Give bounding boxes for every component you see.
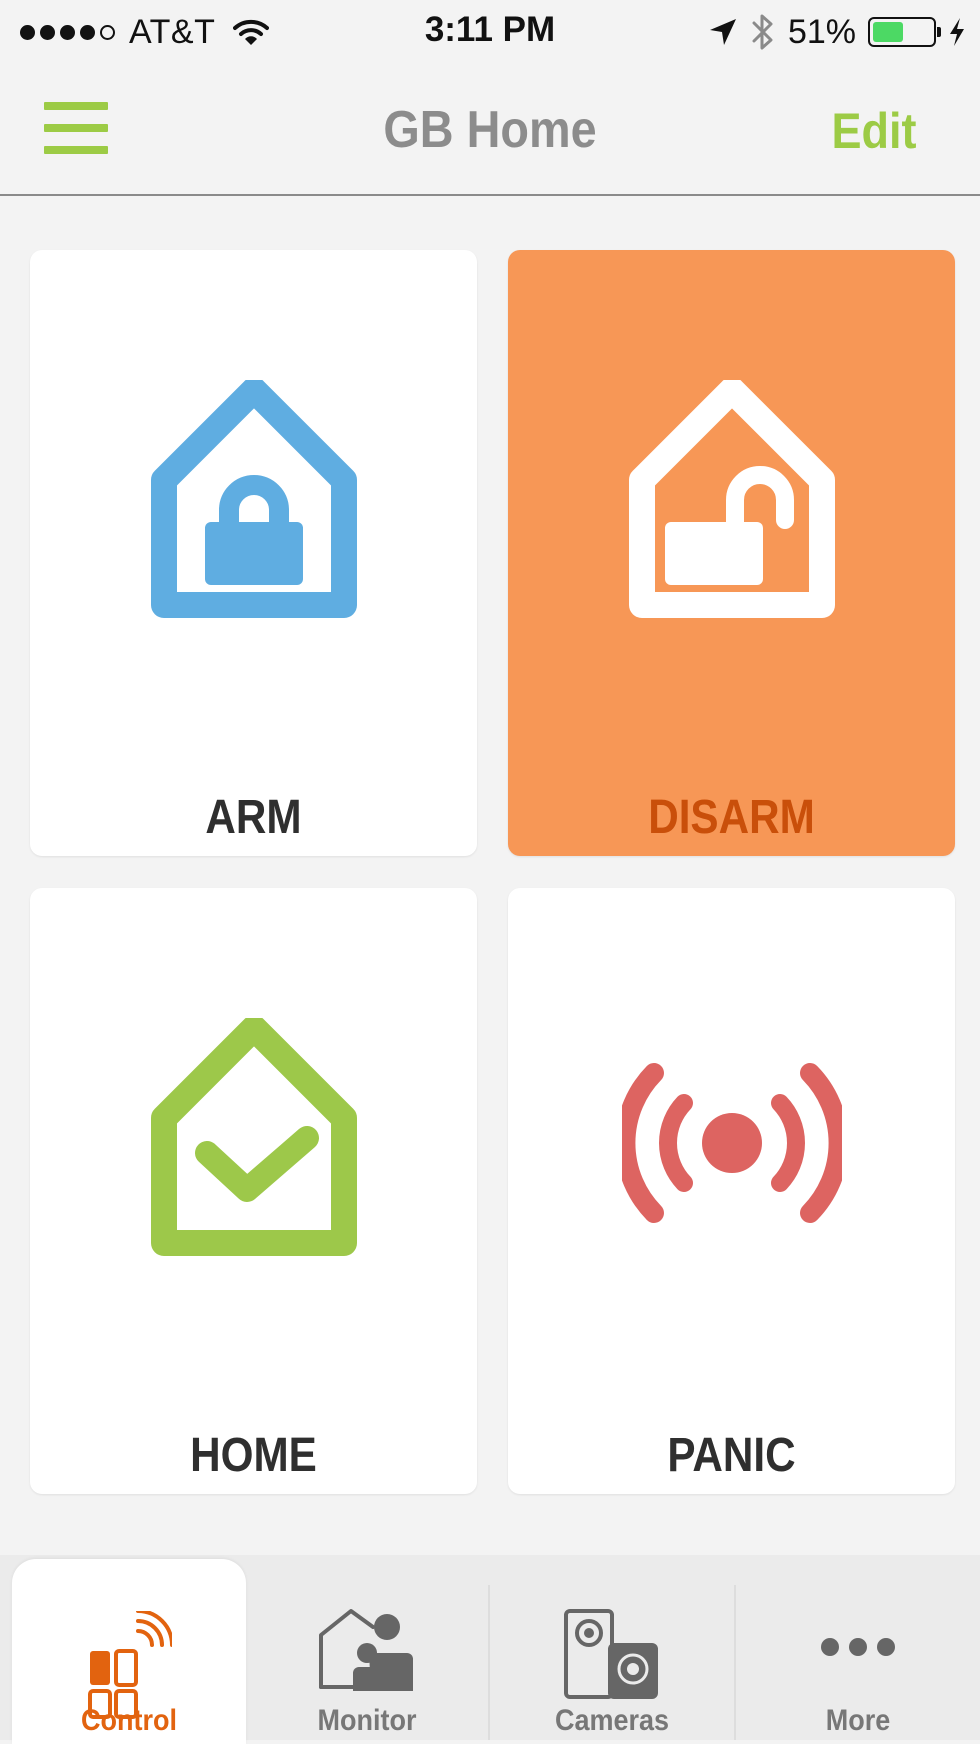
navigation-bar: GB Home Edit [0,62,980,196]
location-arrow-icon [709,19,736,45]
tab-more[interactable]: More [738,1555,978,1740]
home-label: HOME [190,1429,317,1482]
panic-label: PANIC [667,1429,796,1482]
edit-button[interactable]: Edit [831,102,916,160]
charging-bolt-icon [950,18,964,46]
bluetooth-icon [752,14,773,50]
disarm-tile[interactable]: DISARM [508,250,955,856]
alarm-signal-icon [621,1063,842,1223]
home-tile[interactable]: HOME [30,888,477,1494]
tab-divider [734,1585,736,1740]
battery-level [873,22,903,42]
tab-cameras[interactable]: Cameras [492,1555,732,1740]
tab-monitor-label: Monitor [317,1704,417,1737]
house-check-icon [150,1018,357,1256]
tab-control-label: Control [81,1704,177,1737]
monitor-people-icon [319,1609,413,1691]
panic-tile[interactable]: PANIC [508,888,955,1494]
cameras-icon [564,1609,658,1699]
arm-label: ARM [205,791,302,844]
tab-divider [488,1585,490,1740]
disarm-label: DISARM [648,791,815,844]
house-unlock-icon [628,380,835,618]
status-bar: AT&T 3:11 PM 51% [0,0,980,62]
more-dots-icon [821,1638,895,1656]
page-title: GB Home [383,101,597,159]
tab-control[interactable]: Control [12,1559,246,1744]
arm-tile[interactable]: ARM [30,250,477,856]
tab-more-label: More [825,1704,891,1737]
tab-monitor[interactable]: Monitor [250,1555,484,1740]
tab-cameras-label: Cameras [554,1704,670,1737]
status-right: 51% [708,10,966,54]
house-lock-icon [150,380,357,618]
tab-bar: Control Monitor Cameras More [0,1555,980,1744]
battery-icon [868,17,941,47]
battery-percent: 51% [787,12,856,51]
